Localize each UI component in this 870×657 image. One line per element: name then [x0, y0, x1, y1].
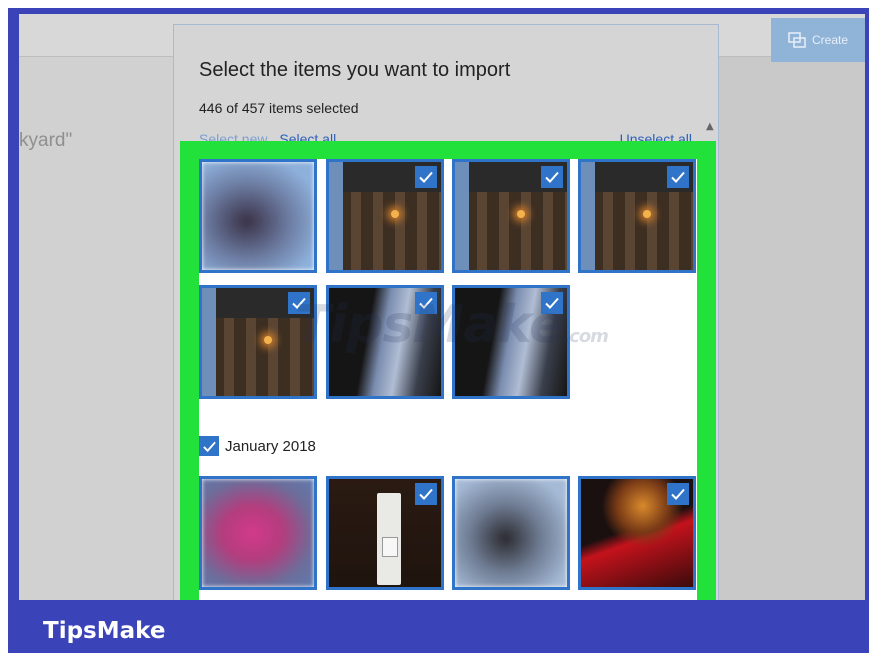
photo-grid: January 2018 — [199, 159, 697, 600]
photo-thumbnail[interactable] — [199, 476, 317, 590]
photo-thumbnail[interactable] — [578, 159, 696, 273]
create-icon — [788, 32, 806, 48]
photo-image — [202, 479, 314, 587]
checkbox-checked-icon[interactable] — [541, 292, 563, 314]
checkbox-checked-icon[interactable] — [415, 166, 437, 188]
checkbox-checked-icon[interactable] — [667, 166, 689, 188]
photo-thumbnail[interactable] — [199, 285, 317, 399]
checkbox-checked-icon[interactable] — [667, 483, 689, 505]
photo-image — [455, 479, 567, 587]
photo-thumbnail[interactable] — [452, 476, 570, 590]
photo-thumbnail[interactable] — [326, 159, 444, 273]
photo-thumbnail[interactable] — [326, 476, 444, 590]
photo-thumbnail[interactable] — [326, 285, 444, 399]
checkbox-checked-icon[interactable] — [415, 292, 437, 314]
create-button[interactable]: Create — [771, 18, 865, 62]
create-button-label: Create — [811, 33, 849, 47]
section-checkbox-icon[interactable] — [199, 436, 219, 456]
checkbox-checked-icon[interactable] — [541, 166, 563, 188]
scroll-up-icon[interactable]: ▲ — [706, 121, 716, 135]
photo-image — [202, 162, 314, 270]
photo-thumbnail[interactable] — [578, 476, 696, 590]
section-header-january-2018[interactable]: January 2018 — [199, 435, 316, 457]
section-label: January 2018 — [225, 437, 316, 455]
photo-thumbnail[interactable] — [452, 159, 570, 273]
checkbox-checked-icon[interactable] — [288, 292, 310, 314]
photo-thumbnail[interactable] — [452, 285, 570, 399]
photo-thumbnail[interactable] — [199, 159, 317, 273]
selected-count: 446 of 457 items selected — [199, 100, 359, 116]
checkbox-checked-icon[interactable] — [415, 483, 437, 505]
dialog-title: Select the items you want to import — [199, 59, 511, 81]
footer-brand: TipsMake — [43, 618, 166, 644]
background-album-title: kyard" — [19, 130, 73, 151]
